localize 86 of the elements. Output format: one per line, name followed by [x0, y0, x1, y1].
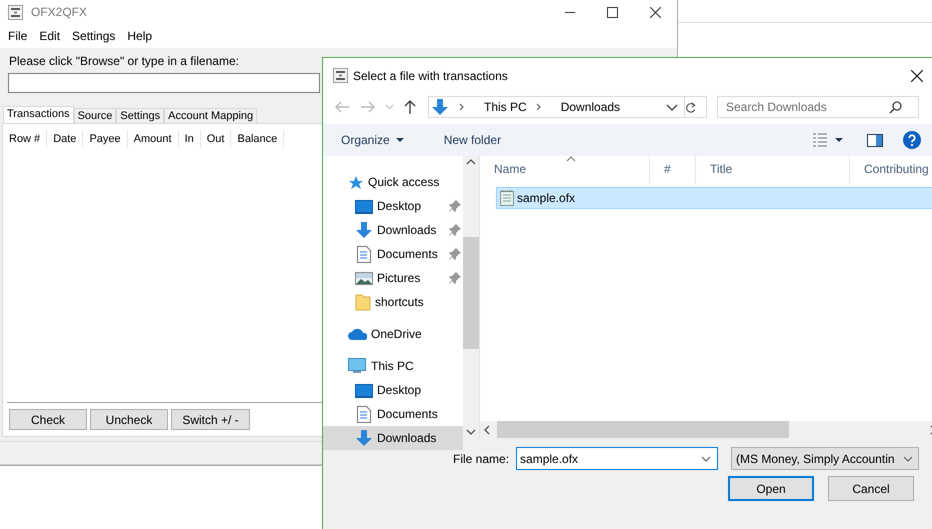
nav-item[interactable]: shortcuts — [323, 290, 463, 314]
nav-item[interactable]: Desktop — [323, 194, 463, 218]
column-header[interactable]: Balance — [231, 130, 284, 148]
scrollbar-thumb[interactable] — [463, 237, 479, 349]
refresh-icon[interactable] — [685, 100, 696, 114]
column-header[interactable]: Out — [200, 130, 232, 148]
menu-item[interactable]: File — [2, 29, 34, 43]
document-icon — [355, 246, 373, 262]
chevron-down-icon — [903, 456, 914, 462]
action-button[interactable]: Check — [9, 409, 87, 430]
dialog-title: Select a file with transactions — [353, 68, 509, 82]
computer-icon — [347, 358, 367, 374]
column-header[interactable]: Amount — [128, 130, 179, 148]
column-header[interactable]: Contributing — [850, 156, 932, 183]
column-header[interactable]: Title — [696, 156, 850, 183]
address-bar[interactable]: This PC Downloads — [428, 96, 707, 118]
up-arrow-icon[interactable] — [404, 100, 416, 114]
preview-pane-icon[interactable] — [867, 134, 883, 146]
nav-item[interactable]: This PC — [323, 354, 463, 378]
nav-item[interactable]: Pictures — [323, 266, 463, 290]
filename-prompt: Please click "Browse" or type in a filename: — [8, 54, 240, 68]
tab[interactable]: Source — [74, 108, 116, 123]
column-header[interactable]: Date — [47, 130, 84, 148]
nav-item[interactable]: Desktop — [323, 378, 463, 402]
desktop-icon — [355, 382, 373, 398]
menu-item[interactable]: Settings — [66, 29, 122, 43]
close-icon[interactable] — [911, 70, 923, 82]
search-icon — [889, 101, 902, 114]
file-type-dropdown[interactable]: (MS Money, Simply Accountin — [731, 447, 920, 470]
file-name-field[interactable]: sample.ofx — [516, 447, 718, 470]
dialog-button[interactable]: Open — [728, 476, 814, 501]
chevron-down-icon — [666, 104, 678, 110]
column-header[interactable]: In — [178, 130, 201, 148]
breadcrumb-item[interactable]: Downloads — [558, 100, 624, 114]
close-icon[interactable] — [650, 6, 661, 18]
nav-item[interactable]: Documents — [323, 402, 463, 426]
dialog-button[interactable]: Cancel — [828, 476, 914, 501]
scroll-down-icon[interactable] — [466, 429, 476, 435]
document-icon — [355, 406, 373, 422]
caret-icon[interactable] — [835, 138, 843, 142]
folder-icon — [355, 294, 371, 310]
file-name-label: File name: — [453, 452, 510, 466]
column-header[interactable]: Name — [480, 156, 650, 183]
help-icon[interactable] — [903, 131, 921, 149]
sort-caret-icon — [566, 156, 576, 162]
menu-item[interactable]: Help — [121, 29, 158, 43]
file-icon — [500, 190, 514, 206]
tab[interactable]: Settings — [116, 108, 164, 123]
window-title: OFX2QFX — [31, 5, 88, 19]
scroll-left-icon[interactable] — [484, 424, 490, 434]
chevron-right-icon — [536, 103, 542, 111]
scrollbar-thumb[interactable] — [497, 421, 789, 438]
file-row[interactable]: sample.ofx — [496, 187, 932, 209]
picture-icon — [355, 270, 373, 286]
search-field[interactable]: Search Downloads — [717, 96, 919, 118]
nav-item[interactable]: Documents — [323, 242, 463, 266]
app-icon — [8, 4, 23, 20]
action-button[interactable]: Uncheck — [90, 409, 168, 430]
cloud-icon — [347, 327, 367, 341]
column-header[interactable]: Row # — [3, 130, 48, 148]
desktop-icon — [355, 198, 373, 214]
nav-item[interactable]: Downloads — [323, 426, 463, 450]
tab[interactable]: Account Mapping — [164, 108, 258, 123]
column-header[interactable]: Payee — [83, 130, 128, 148]
action-button[interactable]: Switch +/ - — [171, 409, 250, 430]
maximize-icon[interactable] — [607, 6, 618, 18]
app-icon — [333, 68, 348, 83]
download-icon — [431, 99, 449, 115]
nav-item[interactable]: Downloads — [323, 218, 463, 242]
menu-item[interactable]: Edit — [33, 29, 66, 43]
caret-icon — [396, 138, 404, 142]
breadcrumb-item[interactable]: This PC — [481, 100, 530, 114]
download-icon — [355, 430, 373, 446]
star-icon — [347, 174, 364, 190]
nav-item[interactable]: Quick access — [323, 170, 463, 194]
organize-button[interactable]: Organize — [341, 133, 414, 147]
chevron-down-icon — [701, 456, 712, 462]
chevron-right-icon — [459, 103, 465, 111]
view-list-icon[interactable] — [813, 133, 827, 147]
new-folder-button[interactable]: New folder — [444, 133, 502, 147]
download-icon — [355, 222, 373, 238]
scroll-up-icon[interactable] — [466, 159, 476, 165]
column-header[interactable]: # — [650, 156, 696, 183]
nav-item[interactable]: OneDrive — [323, 322, 463, 346]
tab[interactable]: Transactions — [3, 106, 74, 123]
filename-field[interactable] — [8, 73, 320, 93]
